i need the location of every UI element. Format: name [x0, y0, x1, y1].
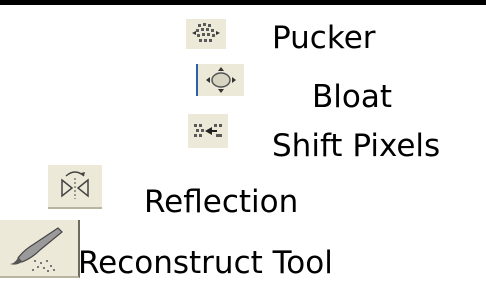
reflection-tool-button[interactable] — [48, 165, 102, 209]
shift-pixels-tool-button[interactable] — [188, 114, 228, 148]
reflection-label: Reflection — [144, 184, 299, 220]
reconstruct-tool-label: Reconstruct Tool — [78, 245, 333, 281]
bloat-tool-button[interactable] — [196, 64, 244, 96]
bloat-label: Bloat — [312, 79, 392, 115]
pucker-icon — [192, 23, 220, 42]
top-border — [0, 0, 486, 5]
reconstruct-tool-button[interactable] — [0, 220, 80, 278]
pucker-tool-button[interactable] — [186, 19, 226, 49]
pucker-label: Pucker — [272, 20, 376, 56]
bloat-icon — [206, 67, 236, 93]
reflection-icon — [61, 171, 89, 199]
reconstruct-icon — [10, 227, 63, 272]
shift-pixels-icon — [194, 124, 222, 137]
shift-pixels-label: Shift Pixels — [272, 128, 441, 164]
